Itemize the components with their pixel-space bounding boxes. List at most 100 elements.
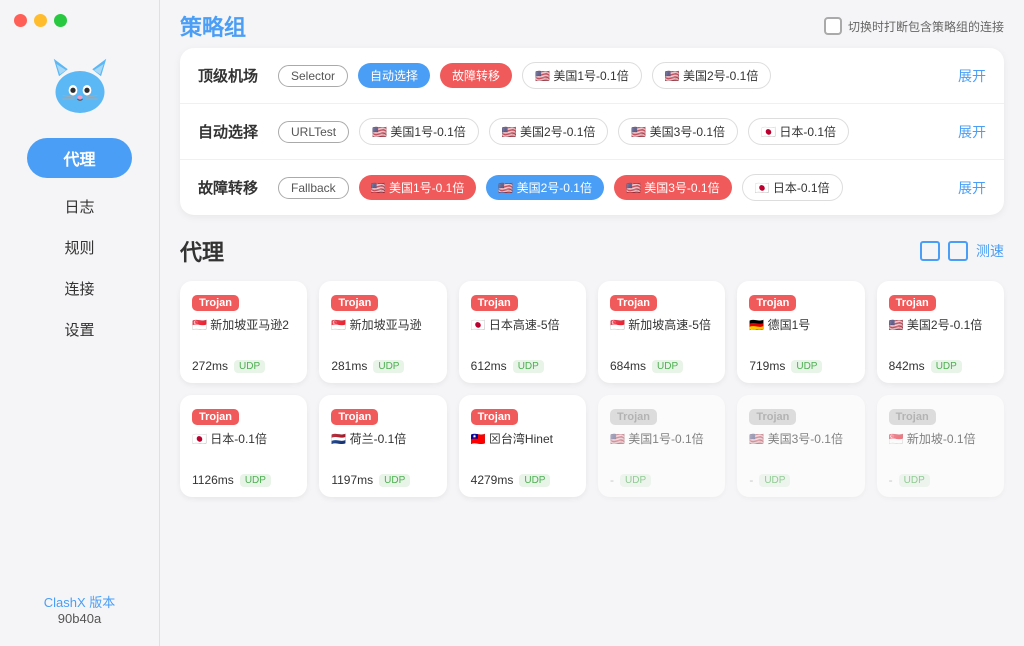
strategy-badge-0-2[interactable]: 🇺🇸 美国1号-0.1倍: [522, 62, 642, 89]
strategy-badge-2-0[interactable]: 🇺🇸 美国1号-0.1倍: [359, 175, 477, 200]
proxy-udp-2: UDP: [513, 360, 544, 373]
proxy-tag-0: Trojan: [192, 295, 239, 311]
proxy-stats-5: 842ms UDP: [889, 359, 992, 373]
proxy-tag-7: Trojan: [331, 409, 378, 425]
grid-icon-2[interactable]: [948, 241, 968, 261]
proxy-stats-7: 1197ms UDP: [331, 473, 434, 487]
proxy-udp-11: UDP: [899, 474, 930, 487]
strategy-row-fallback: 故障转移 Fallback 🇺🇸 美国1号-0.1倍 🇺🇸 美国2号-0.1倍 …: [180, 160, 1004, 215]
speed-test-button[interactable]: 测速: [976, 241, 1004, 261]
strategy-badge-2-1[interactable]: 🇺🇸 美国2号-0.1倍: [486, 175, 604, 200]
sidebar-item-rules[interactable]: 规则: [0, 227, 159, 268]
toggle-checkbox[interactable]: [824, 17, 842, 35]
strategy-name-0: 顶级机场: [198, 65, 268, 86]
sidebar-bottom: ClashX 版本 90b40a: [44, 592, 116, 626]
strategy-badge-1-1[interactable]: 🇺🇸 美国2号-0.1倍: [489, 118, 609, 145]
strategy-row-auto: 自动选择 URLTest 🇺🇸 美国1号-0.1倍 🇺🇸 美国2号-0.1倍 🇺…: [180, 104, 1004, 160]
strategy-type-badge-1[interactable]: URLTest: [278, 121, 349, 143]
strategy-row-top: 顶级机场 Selector 自动选择 故障转移 🇺🇸 美国1号-0.1倍 🇺🇸 …: [180, 48, 1004, 104]
proxy-section-title: 代理: [180, 235, 224, 267]
proxy-latency-7: 1197ms: [331, 473, 373, 487]
proxy-header: 代理 测速: [180, 235, 1004, 267]
strategy-badge-2-2[interactable]: 🇺🇸 美国3号-0.1倍: [614, 175, 732, 200]
proxy-name-4: 🇩🇪 德国1号: [749, 317, 852, 349]
proxy-udp-5: UDP: [931, 360, 962, 373]
proxy-name-0: 🇸🇬 新加坡亚马逊2: [192, 317, 295, 349]
maximize-button[interactable]: [54, 14, 67, 27]
proxy-stats-1: 281ms UDP: [331, 359, 434, 373]
version-number: 90b40a: [44, 611, 116, 626]
close-button[interactable]: [14, 14, 27, 27]
proxy-latency-8: 4279ms: [471, 473, 514, 487]
expand-button-0[interactable]: 展开: [958, 66, 986, 86]
proxy-udp-4: UDP: [791, 360, 822, 373]
strategy-name-1: 自动选择: [198, 121, 268, 142]
proxy-udp-9: UDP: [620, 474, 651, 487]
toggle-text: 切换时打断包含策略组的连接: [848, 18, 1004, 35]
strategy-badge-1-3[interactable]: 🇯🇵 日本-0.1倍: [748, 118, 849, 145]
proxy-card-3[interactable]: Trojan 🇸🇬 新加坡高速-5倍 684ms UDP: [598, 281, 725, 383]
proxy-card-5[interactable]: Trojan 🇺🇸 美国2号-0.1倍 842ms UDP: [877, 281, 1004, 383]
proxy-latency-10: -: [749, 473, 753, 487]
proxy-latency-0: 272ms: [192, 359, 228, 373]
strategy-badge-1-2[interactable]: 🇺🇸 美国3号-0.1倍: [618, 118, 738, 145]
proxy-udp-10: UDP: [759, 474, 790, 487]
proxy-card-7[interactable]: Trojan 🇳🇱 荷兰-0.1倍 1197ms UDP: [319, 395, 446, 497]
proxy-stats-8: 4279ms UDP: [471, 473, 574, 487]
sidebar: 代理 日志 规则 连接 设置 ClashX 版本 90b40a: [0, 0, 160, 646]
proxy-stats-0: 272ms UDP: [192, 359, 295, 373]
proxy-name-7: 🇳🇱 荷兰-0.1倍: [331, 431, 434, 463]
expand-button-2[interactable]: 展开: [958, 178, 986, 198]
proxy-card-1[interactable]: Trojan 🇸🇬 新加坡亚马逊 281ms UDP: [319, 281, 446, 383]
proxy-card-6[interactable]: Trojan 🇯🇵 日本-0.1倍 1126ms UDP: [180, 395, 307, 497]
app-logo: [45, 50, 115, 120]
window-controls: [14, 14, 67, 27]
proxy-latency-11: -: [889, 473, 893, 487]
strategy-header: 策略组 切换时打断包含策略组的连接: [180, 0, 1004, 48]
toggle-area[interactable]: 切换时打断包含策略组的连接: [824, 17, 1004, 35]
proxy-latency-2: 612ms: [471, 359, 507, 373]
proxy-name-10: 🇺🇸 美国3号-0.1倍: [749, 431, 852, 463]
proxy-udp-1: UDP: [373, 360, 404, 373]
strategy-card: 顶级机场 Selector 自动选择 故障转移 🇺🇸 美国1号-0.1倍 🇺🇸 …: [180, 48, 1004, 215]
sidebar-item-log[interactable]: 日志: [0, 186, 159, 227]
proxy-card-2[interactable]: Trojan 🇯🇵 日本高速-5倍 612ms UDP: [459, 281, 586, 383]
strategy-type-badge-2[interactable]: Fallback: [278, 177, 349, 199]
strategy-badge-1-0[interactable]: 🇺🇸 美国1号-0.1倍: [359, 118, 479, 145]
speed-test-area: 测速: [920, 241, 1004, 261]
proxy-stats-9: - UDP: [610, 473, 713, 487]
proxy-card-8[interactable]: Trojan 🇹🇼 ⊠台湾Hinet 4279ms UDP: [459, 395, 586, 497]
proxy-udp-8: UDP: [519, 474, 550, 487]
proxy-card-9[interactable]: Trojan 🇺🇸 美国1号-0.1倍 - UDP: [598, 395, 725, 497]
proxy-latency-3: 684ms: [610, 359, 646, 373]
proxy-grid: Trojan 🇸🇬 新加坡亚马逊2 272ms UDP Trojan 🇸🇬 新加…: [180, 281, 1004, 497]
proxy-card-11[interactable]: Trojan 🇸🇬 新加坡-0.1倍 - UDP: [877, 395, 1004, 497]
proxy-tag-1: Trojan: [331, 295, 378, 311]
grid-icon-1[interactable]: [920, 241, 940, 261]
sidebar-item-settings[interactable]: 设置: [0, 309, 159, 350]
strategy-type-badge-0[interactable]: Selector: [278, 65, 348, 87]
version-label: ClashX 版本: [44, 592, 116, 611]
minimize-button[interactable]: [34, 14, 47, 27]
strategy-badge-2-3[interactable]: 🇯🇵 日本-0.1倍: [742, 174, 843, 201]
sidebar-item-proxy[interactable]: 代理: [27, 138, 131, 178]
proxy-stats-6: 1126ms UDP: [192, 473, 295, 487]
proxy-card-0[interactable]: Trojan 🇸🇬 新加坡亚马逊2 272ms UDP: [180, 281, 307, 383]
expand-button-1[interactable]: 展开: [958, 122, 986, 142]
strategy-badge-0-1[interactable]: 故障转移: [440, 63, 512, 88]
proxy-tag-10: Trojan: [749, 409, 796, 425]
proxy-latency-9: -: [610, 473, 614, 487]
sidebar-item-connections[interactable]: 连接: [0, 268, 159, 309]
strategy-badge-0-3[interactable]: 🇺🇸 美国2号-0.1倍: [652, 62, 772, 89]
main-content: 策略组 切换时打断包含策略组的连接 顶级机场 Selector 自动选择 故障转…: [160, 0, 1024, 646]
proxy-card-10[interactable]: Trojan 🇺🇸 美国3号-0.1倍 - UDP: [737, 395, 864, 497]
strategy-badge-0-0[interactable]: 自动选择: [358, 63, 430, 88]
proxy-stats-10: - UDP: [749, 473, 852, 487]
proxy-name-5: 🇺🇸 美国2号-0.1倍: [889, 317, 992, 349]
proxy-latency-5: 842ms: [889, 359, 925, 373]
proxy-stats-11: - UDP: [889, 473, 992, 487]
proxy-tag-6: Trojan: [192, 409, 239, 425]
proxy-name-1: 🇸🇬 新加坡亚马逊: [331, 317, 434, 349]
proxy-card-4[interactable]: Trojan 🇩🇪 德国1号 719ms UDP: [737, 281, 864, 383]
proxy-udp-0: UDP: [234, 360, 265, 373]
